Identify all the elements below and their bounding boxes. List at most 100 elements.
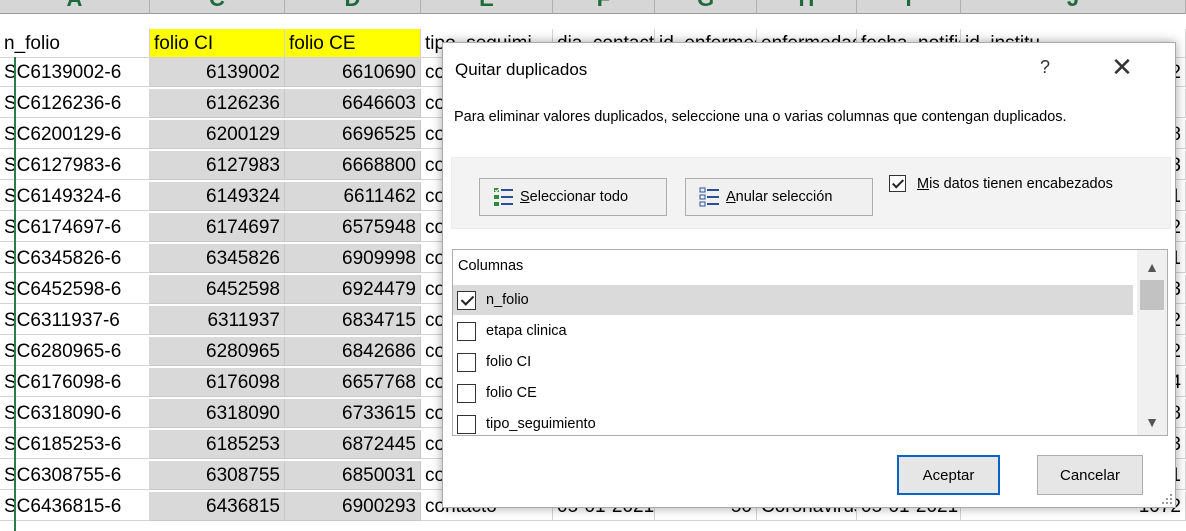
column-letter-label: D bbox=[285, 0, 420, 10]
table-cell[interactable]: 6610690 bbox=[285, 58, 421, 87]
scroll-up-icon[interactable]: ▲ bbox=[1137, 256, 1167, 278]
checkbox-icon[interactable] bbox=[457, 321, 476, 341]
table-cell[interactable]: 6452598 bbox=[150, 275, 285, 304]
header-cell[interactable]: folio CE bbox=[285, 29, 421, 58]
table-cell[interactable]: SC6280965-6 bbox=[0, 337, 150, 366]
checkbox-icon[interactable] bbox=[457, 352, 476, 372]
table-cell[interactable]: 6200129 bbox=[150, 120, 285, 149]
column-letter-label: A bbox=[0, 0, 149, 10]
column-letter[interactable]: H bbox=[757, 0, 857, 14]
column-letter[interactable]: C bbox=[150, 0, 285, 14]
table-cell[interactable]: 6176098 bbox=[150, 368, 285, 397]
has-headers-checkbox[interactable]: Mis datos tienen encabezados bbox=[889, 175, 1113, 192]
column-letter-label: I bbox=[857, 0, 960, 10]
table-cell[interactable]: 6900293 bbox=[285, 492, 421, 521]
column-option-label: etapa clinica bbox=[486, 323, 567, 339]
select-all-button[interactable]: Seleccionar todo bbox=[479, 178, 667, 216]
table-cell[interactable]: 6909998 bbox=[285, 244, 421, 273]
column-option[interactable]: n_folio bbox=[453, 285, 1133, 315]
table-cell[interactable]: 6311937 bbox=[150, 306, 285, 335]
dialog-description: Para eliminar valores duplicados, selecc… bbox=[454, 109, 1067, 125]
checkbox-icon[interactable] bbox=[457, 383, 476, 403]
column-option[interactable]: folio CI bbox=[453, 347, 1133, 377]
table-cell[interactable]: 6345826 bbox=[150, 244, 285, 273]
columns-list[interactable]: Columnas n_folioetapa clinica folio CI fol… bbox=[452, 249, 1168, 436]
table-cell[interactable]: SC6308755-6 bbox=[0, 461, 150, 490]
table-cell[interactable]: 6127983 bbox=[150, 151, 285, 180]
checkbox-icon[interactable] bbox=[889, 175, 906, 192]
column-option[interactable]: etapa clinica bbox=[453, 316, 1133, 346]
column-letter-label: G bbox=[655, 0, 756, 10]
column-option[interactable]: tipo_seguimiento bbox=[453, 409, 1133, 435]
table-cell[interactable]: 6318090 bbox=[150, 399, 285, 428]
has-headers-label: Mis datos tienen encabezados bbox=[917, 175, 1113, 192]
table-cell[interactable]: 6834715 bbox=[285, 306, 421, 335]
header-cell[interactable]: n_folio bbox=[0, 29, 150, 58]
scroll-thumb[interactable] bbox=[1140, 280, 1164, 310]
table-cell[interactable]: SC6345826-6 bbox=[0, 244, 150, 273]
table-cell[interactable]: 6657768 bbox=[285, 368, 421, 397]
column-letter[interactable]: J bbox=[961, 0, 1186, 14]
cancel-button[interactable]: Cancelar bbox=[1037, 455, 1143, 495]
table-cell[interactable]: SC6185253-6 bbox=[0, 430, 150, 459]
resize-grip-icon[interactable] bbox=[1162, 494, 1172, 504]
table-cell[interactable]: SC6149324-6 bbox=[0, 182, 150, 211]
table-cell[interactable]: SC6318090-6 bbox=[0, 399, 150, 428]
column-letter[interactable]: A bbox=[0, 0, 150, 14]
column-letter-label: H bbox=[757, 0, 856, 10]
column-option-label: tipo_seguimiento bbox=[486, 416, 596, 432]
column-option[interactable]: folio CE bbox=[453, 378, 1133, 408]
column-option-label: folio CI bbox=[486, 354, 532, 370]
column-option-label: n_folio bbox=[486, 292, 529, 308]
close-button[interactable]: ✕ bbox=[1105, 53, 1139, 81]
table-cell[interactable]: 6696525 bbox=[285, 120, 421, 149]
table-cell[interactable]: 6733615 bbox=[285, 399, 421, 428]
table-cell[interactable]: SC6126236-6 bbox=[0, 89, 150, 118]
table-cell[interactable]: 6185253 bbox=[150, 430, 285, 459]
column-letter[interactable]: I bbox=[857, 0, 961, 14]
table-cell[interactable]: 6668800 bbox=[285, 151, 421, 180]
column-letter[interactable]: F bbox=[553, 0, 655, 14]
table-cell[interactable]: SC6127983-6 bbox=[0, 151, 150, 180]
table-cell[interactable]: 6280965 bbox=[150, 337, 285, 366]
help-button[interactable]: ? bbox=[1031, 53, 1059, 81]
remove-duplicates-dialog: Quitar duplicados ? ✕ Para eliminar valo… bbox=[442, 42, 1176, 508]
table-cell[interactable]: 6611462 bbox=[285, 182, 421, 211]
table-cell[interactable]: SC6174697-6 bbox=[0, 213, 150, 242]
list-scrollbar[interactable]: ▲ ▼ bbox=[1137, 250, 1167, 435]
scroll-down-icon[interactable]: ▼ bbox=[1137, 411, 1167, 433]
table-cell[interactable]: 6924479 bbox=[285, 275, 421, 304]
table-cell[interactable]: 6436815 bbox=[150, 492, 285, 521]
column-letter-label: C bbox=[150, 0, 284, 10]
column-letter[interactable]: E bbox=[421, 0, 553, 14]
table-cell[interactable]: 6842686 bbox=[285, 337, 421, 366]
table-cell[interactable]: 6139002 bbox=[150, 58, 285, 87]
table-cell[interactable]: 6126236 bbox=[150, 89, 285, 118]
header-cell[interactable]: folio CI bbox=[150, 29, 285, 58]
unselect-all-label: Anular selección bbox=[726, 189, 833, 205]
column-letter-label: J bbox=[961, 0, 1185, 10]
unselect-all-icon bbox=[699, 187, 719, 207]
unselect-all-button[interactable]: Anular selección bbox=[685, 178, 873, 216]
checkbox-icon[interactable] bbox=[457, 290, 476, 310]
column-letter[interactable]: D bbox=[285, 0, 421, 14]
table-cell[interactable]: SC6200129-6 bbox=[0, 120, 150, 149]
checkbox-icon[interactable] bbox=[457, 414, 476, 434]
table-cell[interactable]: SC6139002-6 bbox=[0, 58, 150, 87]
dialog-title: Quitar duplicados bbox=[455, 60, 588, 79]
table-cell[interactable]: 6850031 bbox=[285, 461, 421, 490]
table-cell[interactable]: SC6452598-6 bbox=[0, 275, 150, 304]
table-cell[interactable]: SC6311937-6 bbox=[0, 306, 150, 335]
table-cell[interactable]: 6646603 bbox=[285, 89, 421, 118]
table-cell[interactable]: 6575948 bbox=[285, 213, 421, 242]
ok-button[interactable]: Aceptar bbox=[897, 455, 1000, 495]
table-cell[interactable]: 6308755 bbox=[150, 461, 285, 490]
columns-list-header: Columnas bbox=[458, 258, 524, 274]
table-cell[interactable]: 6174697 bbox=[150, 213, 285, 242]
table-cell[interactable]: 6872445 bbox=[285, 430, 421, 459]
table-cell[interactable]: SC6176098-6 bbox=[0, 368, 150, 397]
table-cell[interactable]: 6149324 bbox=[150, 182, 285, 211]
column-letter[interactable]: G bbox=[655, 0, 757, 14]
table-cell[interactable]: SC6436815-6 bbox=[0, 492, 150, 521]
button-bar: Seleccionar todo Anular selección Mis da… bbox=[451, 157, 1171, 229]
